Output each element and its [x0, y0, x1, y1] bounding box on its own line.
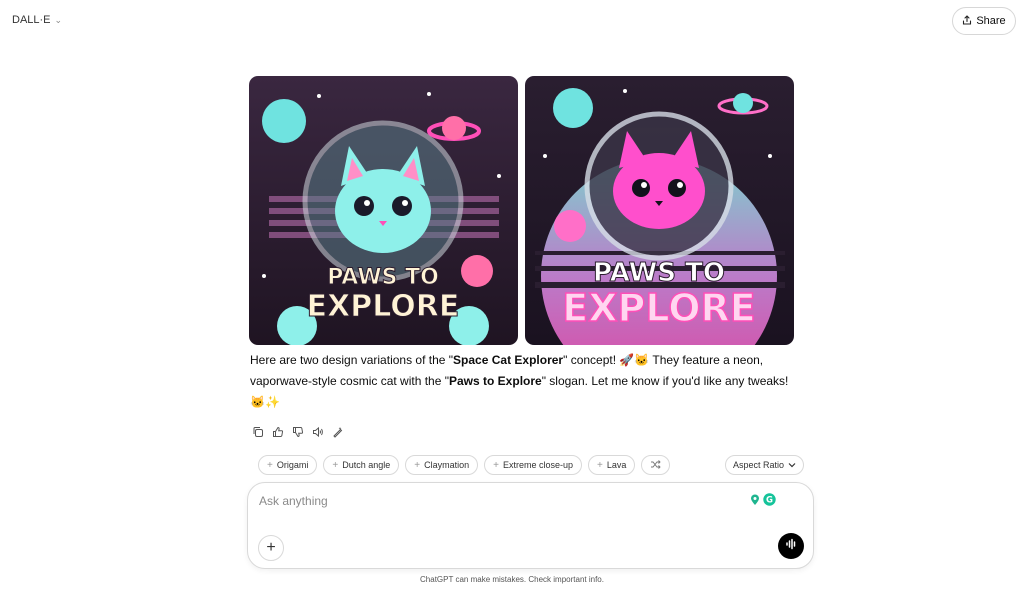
aspect-ratio-button[interactable]: Aspect Ratio [725, 455, 805, 475]
plus-icon: + [414, 459, 421, 471]
chevron-down-icon [788, 460, 796, 470]
plus-icon: + [266, 539, 276, 556]
message-bold-2: Paws to Explore [449, 374, 542, 388]
top-bar: DALL·E ⌄ Share [0, 0, 1024, 44]
generated-images: PAWS TO EXPLORE PAWS TO EXPLORE [249, 76, 794, 345]
share-icon [962, 14, 972, 28]
image-2-caption-top: PAWS TO [593, 258, 725, 288]
style-chip-lava[interactable]: + Lava [588, 455, 636, 475]
chevron-down-icon: ⌄ [54, 14, 63, 25]
grammarly-icon[interactable]: G [763, 493, 776, 511]
style-chip-extreme-close-up[interactable]: + Extreme close-up [484, 455, 582, 475]
assistant-message: Here are two design variations of the "S… [250, 350, 790, 413]
plus-icon: + [493, 459, 499, 471]
shuffle-icon [650, 459, 662, 471]
share-button[interactable]: Share [952, 7, 1016, 35]
copy-icon[interactable] [251, 425, 265, 439]
add-attachment-button[interactable]: + [258, 535, 284, 561]
model-selector[interactable]: DALL·E ⌄ [12, 14, 62, 26]
location-pin-icon[interactable] [750, 493, 760, 511]
style-chips: + Origami + Dutch angle + Claymation + Extre… [258, 455, 671, 475]
generated-image-1[interactable]: PAWS TO EXPLORE [249, 76, 518, 345]
image-1-caption-top: PAWS TO [327, 265, 439, 290]
model-name: DALL·E [12, 14, 51, 26]
message-actions [251, 425, 345, 439]
image-1-caption-bottom: EXPLORE [307, 289, 460, 324]
plus-icon: + [267, 459, 273, 471]
style-chip-dutch-angle[interactable]: + Dutch angle [323, 455, 400, 475]
image-2-caption-bottom: EXPLORE [562, 286, 756, 330]
message-bold-1: Space Cat Explorer [453, 353, 564, 367]
edit-image-icon[interactable] [331, 425, 345, 439]
chip-label: Claymation [424, 460, 470, 470]
plus-icon: + [597, 459, 603, 471]
message-text-1: Here are two design variations of the " [250, 353, 454, 367]
aspect-ratio-label: Aspect Ratio [733, 460, 785, 470]
thumbs-up-icon[interactable] [271, 425, 285, 439]
chip-label: Extreme close-up [502, 460, 573, 470]
extension-icons: G [750, 493, 776, 511]
voice-waveform-icon [785, 537, 797, 555]
svg-text:G: G [766, 496, 773, 506]
style-chip-claymation[interactable]: + Claymation [405, 455, 479, 475]
shuffle-button[interactable] [641, 455, 671, 475]
style-chip-origami[interactable]: + Origami [258, 455, 318, 475]
chip-label: Lava [606, 460, 627, 470]
read-aloud-icon[interactable] [311, 425, 325, 439]
prompt-composer[interactable]: Ask anything G + [247, 482, 814, 569]
plus-icon: + [332, 459, 339, 471]
voice-mode-button[interactable] [778, 533, 804, 559]
generated-image-2[interactable]: PAWS TO EXPLORE [525, 76, 794, 345]
prompt-input[interactable]: Ask anything [259, 494, 328, 508]
thumbs-down-icon[interactable] [291, 425, 305, 439]
chip-label: Dutch angle [342, 460, 391, 470]
disclaimer-text: ChatGPT can make mistakes. Check importa… [420, 575, 604, 584]
chip-label: Origami [276, 460, 309, 470]
share-label: Share [976, 15, 1006, 27]
